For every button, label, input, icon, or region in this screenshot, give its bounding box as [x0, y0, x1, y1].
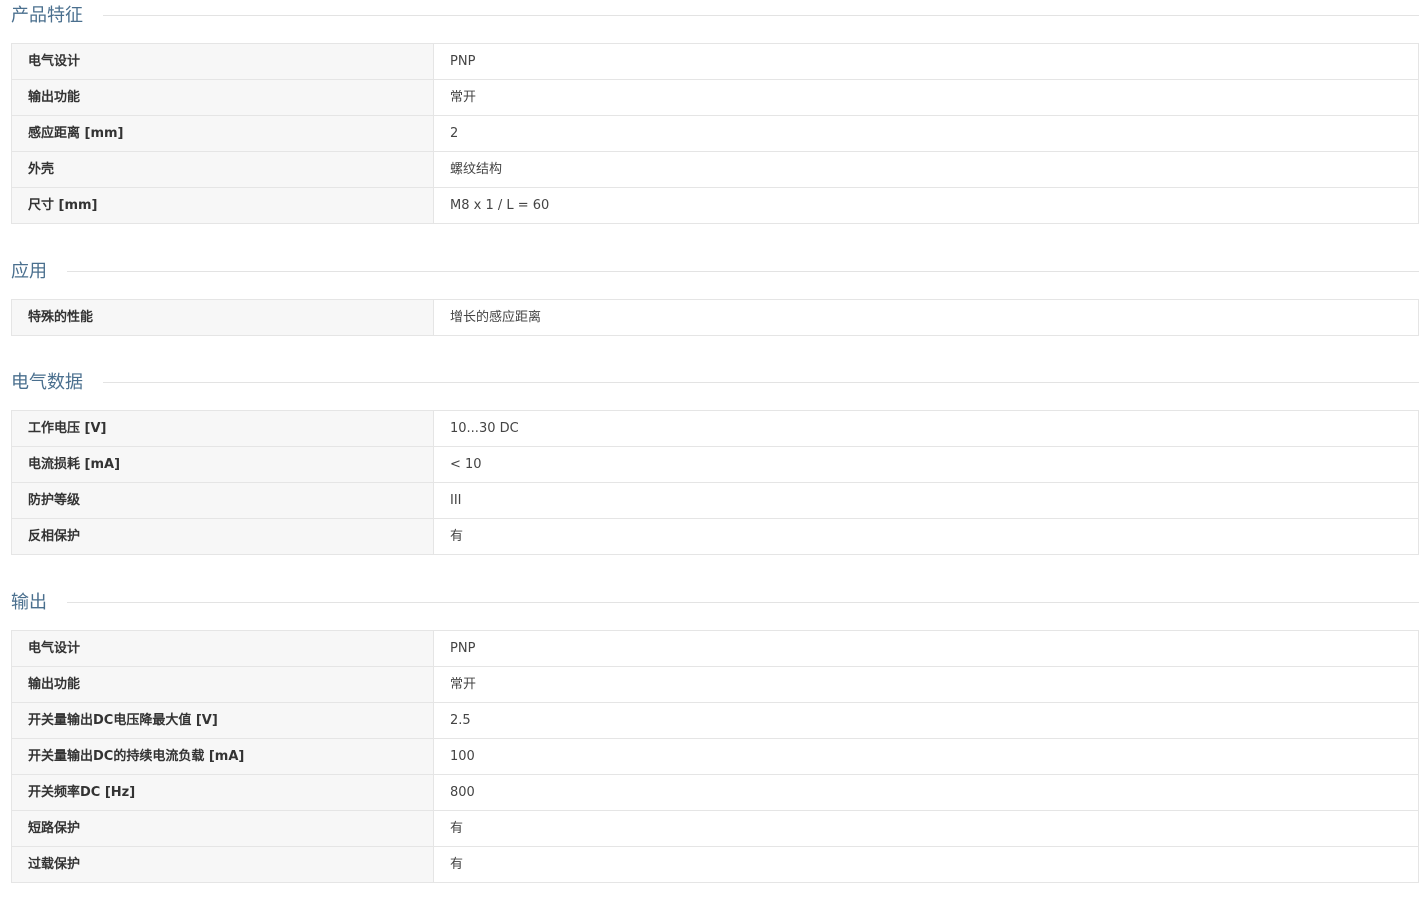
table-row: 开关量输出DC电压降最大值 [V] 2.5: [11, 702, 1419, 739]
section-divider: [103, 382, 1419, 383]
section-title: 应用: [11, 261, 67, 282]
section-title: 电气数据: [11, 372, 103, 393]
row-value: 有: [433, 518, 1419, 555]
row-label: 短路保护: [11, 810, 434, 847]
row-value: PNP: [433, 43, 1419, 80]
table-row: 工作电压 [V] 10...30 DC: [11, 410, 1419, 447]
row-label: 反相保护: [11, 518, 434, 555]
row-label: 过载保护: [11, 846, 434, 883]
row-label: 感应距离 [mm]: [11, 115, 434, 152]
section-header: 产品特征: [11, 0, 1419, 31]
spec-table: 电气设计 PNP 输出功能 常开 感应距离 [mm] 2 外壳 螺纹结构 尺寸 …: [11, 43, 1419, 224]
row-label: 尺寸 [mm]: [11, 187, 434, 224]
row-label: 防护等级: [11, 482, 434, 519]
spec-table: 电气设计 PNP 输出功能 常开 开关量输出DC电压降最大值 [V] 2.5 开…: [11, 630, 1419, 883]
table-row: 外壳 螺纹结构: [11, 151, 1419, 188]
section-title: 输出: [11, 592, 67, 613]
section-electrical-data: 电气数据 工作电压 [V] 10...30 DC 电流损耗 [mA] < 10 …: [11, 367, 1419, 555]
section-output: 输出 电气设计 PNP 输出功能 常开 开关量输出DC电压降最大值 [V] 2.…: [11, 587, 1419, 883]
row-value: 2: [433, 115, 1419, 152]
row-value: 2.5: [433, 702, 1419, 739]
section-divider: [103, 15, 1419, 16]
row-value: PNP: [433, 630, 1419, 667]
section-divider: [67, 602, 1419, 603]
row-label: 输出功能: [11, 79, 434, 116]
section-header: 应用: [11, 256, 1419, 287]
table-row: 电气设计 PNP: [11, 43, 1419, 80]
section-title: 产品特征: [11, 5, 103, 26]
row-value: M8 x 1 / L = 60: [433, 187, 1419, 224]
row-label: 电气设计: [11, 43, 434, 80]
row-value: 100: [433, 738, 1419, 775]
table-row: 反相保护 有: [11, 518, 1419, 555]
spec-sections: 产品特征 电气设计 PNP 输出功能 常开 感应距离 [mm] 2 外壳 螺纹结…: [11, 0, 1419, 883]
table-row: 开关频率DC [Hz] 800: [11, 774, 1419, 811]
table-row: 电流损耗 [mA] < 10: [11, 446, 1419, 483]
row-value: 螺纹结构: [433, 151, 1419, 188]
row-label: 电气设计: [11, 630, 434, 667]
section-header: 电气数据: [11, 367, 1419, 398]
section-header: 输出: [11, 587, 1419, 618]
table-row: 尺寸 [mm] M8 x 1 / L = 60: [11, 187, 1419, 224]
row-value: 800: [433, 774, 1419, 811]
row-label: 开关量输出DC的持续电流负载 [mA]: [11, 738, 434, 775]
section-product-features: 产品特征 电气设计 PNP 输出功能 常开 感应距离 [mm] 2 外壳 螺纹结…: [11, 0, 1419, 224]
spec-table: 特殊的性能 增长的感应距离: [11, 299, 1419, 336]
row-value: III: [433, 482, 1419, 519]
table-row: 感应距离 [mm] 2: [11, 115, 1419, 152]
table-row: 短路保护 有: [11, 810, 1419, 847]
row-label: 开关频率DC [Hz]: [11, 774, 434, 811]
table-row: 输出功能 常开: [11, 666, 1419, 703]
row-value: 有: [433, 810, 1419, 847]
row-value: 10...30 DC: [433, 410, 1419, 447]
table-row: 过载保护 有: [11, 846, 1419, 883]
row-value: < 10: [433, 446, 1419, 483]
row-value: 常开: [433, 79, 1419, 116]
section-application: 应用 特殊的性能 增长的感应距离: [11, 256, 1419, 336]
table-row: 电气设计 PNP: [11, 630, 1419, 667]
spec-table: 工作电压 [V] 10...30 DC 电流损耗 [mA] < 10 防护等级 …: [11, 410, 1419, 555]
row-label: 输出功能: [11, 666, 434, 703]
row-label: 外壳: [11, 151, 434, 188]
section-divider: [67, 271, 1419, 272]
table-row: 防护等级 III: [11, 482, 1419, 519]
row-label: 电流损耗 [mA]: [11, 446, 434, 483]
table-row: 特殊的性能 增长的感应距离: [11, 299, 1419, 336]
row-label: 工作电压 [V]: [11, 410, 434, 447]
row-label: 开关量输出DC电压降最大值 [V]: [11, 702, 434, 739]
table-row: 开关量输出DC的持续电流负载 [mA] 100: [11, 738, 1419, 775]
row-value: 常开: [433, 666, 1419, 703]
table-row: 输出功能 常开: [11, 79, 1419, 116]
row-value: 有: [433, 846, 1419, 883]
row-label: 特殊的性能: [11, 299, 434, 336]
row-value: 增长的感应距离: [433, 299, 1419, 336]
